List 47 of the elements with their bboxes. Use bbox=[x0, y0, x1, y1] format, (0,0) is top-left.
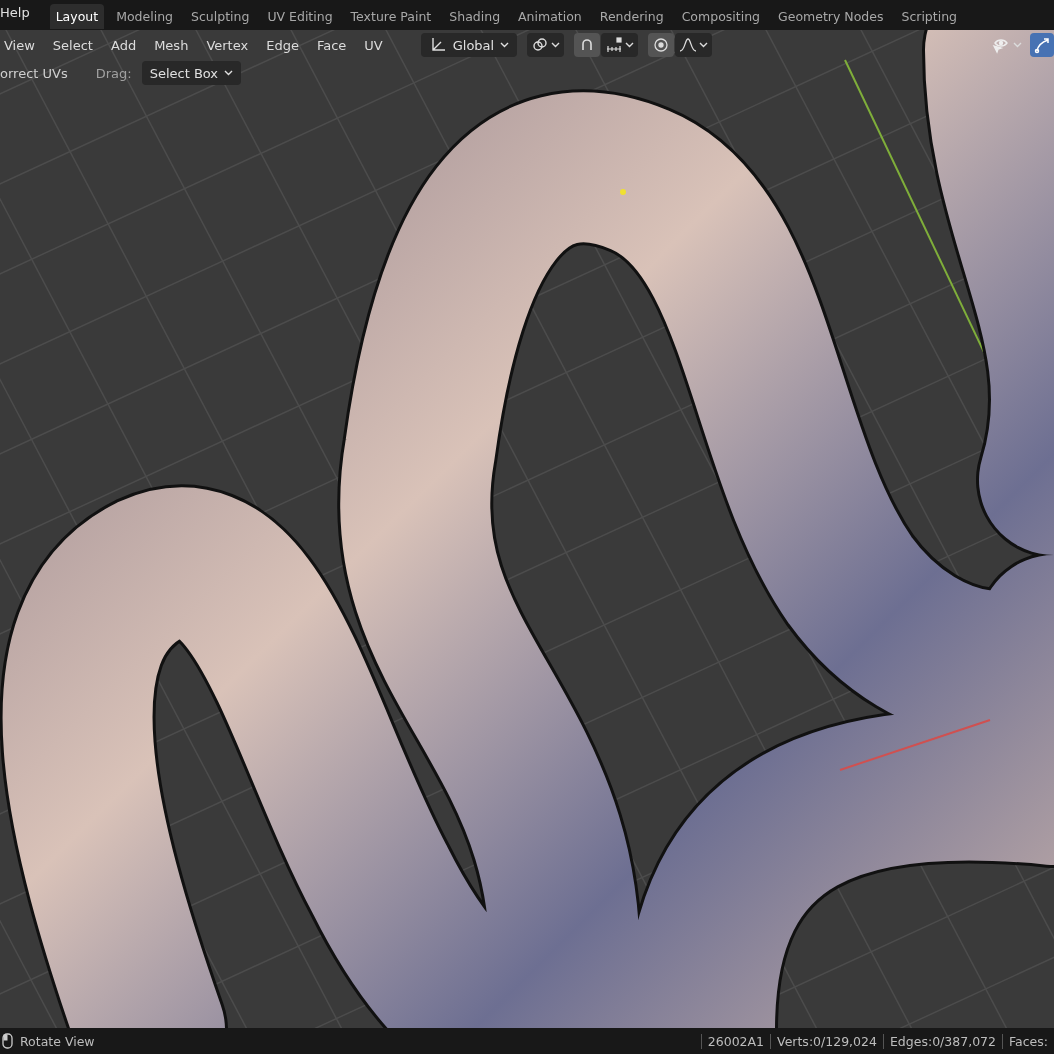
snap-target-dropdown[interactable] bbox=[601, 33, 639, 57]
scene-stat: Edges:0/387,072 bbox=[882, 1033, 1002, 1049]
drag-label: Drag: bbox=[95, 65, 132, 81]
gizmo-icon bbox=[1034, 36, 1050, 54]
workspace-tab[interactable]: Modeling bbox=[110, 3, 179, 29]
scene-stat: Verts:0/129,024 bbox=[770, 1033, 883, 1049]
chevron-icon bbox=[699, 42, 709, 48]
increment-icon bbox=[605, 36, 624, 54]
target-icon bbox=[652, 36, 671, 54]
falloff-dropdown[interactable] bbox=[675, 33, 713, 57]
header-menu[interactable]: Select bbox=[48, 33, 101, 57]
header-menu[interactable]: UV bbox=[360, 33, 391, 57]
workspace-tab[interactable]: Shading bbox=[443, 3, 507, 29]
help-menu[interactable]: Help bbox=[0, 4, 44, 20]
link-icon bbox=[531, 36, 550, 54]
proportional-edit-toggle[interactable] bbox=[648, 33, 675, 57]
chevron-icon bbox=[500, 42, 510, 48]
workspace-tab[interactable]: Compositing bbox=[675, 3, 766, 29]
workspace-tab[interactable]: UV Editing bbox=[261, 3, 339, 29]
orientation-dropdown[interactable]: Global bbox=[420, 33, 518, 57]
workspace-tab[interactable]: Sculpting bbox=[185, 3, 256, 29]
drag-dropdown[interactable]: Select Box bbox=[141, 61, 242, 85]
correct-uvs-label: orrect UVs bbox=[0, 65, 68, 81]
header-menu[interactable]: Vertex bbox=[202, 33, 257, 57]
workspace-tab[interactable]: Scripting bbox=[895, 3, 964, 29]
workspace-tab[interactable]: Geometry Nodes bbox=[772, 3, 890, 29]
scene-stat: Faces: bbox=[1002, 1033, 1054, 1049]
curve-icon bbox=[679, 36, 698, 54]
header-menu[interactable]: View bbox=[0, 33, 43, 57]
status-hint: Rotate View bbox=[20, 1033, 95, 1049]
chevron-icon bbox=[625, 42, 635, 48]
scene-stat: 26002A1 bbox=[700, 1033, 771, 1049]
workspace-tab[interactable]: Rendering bbox=[593, 3, 670, 29]
mouse-icon bbox=[2, 1033, 14, 1049]
header-menu[interactable]: Edge bbox=[262, 33, 307, 57]
chevron-icon bbox=[1013, 42, 1022, 48]
gizmo-toggle[interactable] bbox=[1030, 33, 1054, 57]
chevron-icon bbox=[224, 70, 234, 76]
header-menu[interactable]: Face bbox=[312, 33, 355, 57]
header-menu[interactable]: Add bbox=[106, 33, 145, 57]
snap-toggle[interactable] bbox=[574, 33, 601, 57]
workspace-tab[interactable]: Layout bbox=[49, 3, 105, 29]
workspace-tab[interactable]: Animation bbox=[512, 3, 588, 29]
header-menu[interactable]: Mesh bbox=[150, 33, 197, 57]
chevron-icon bbox=[551, 42, 561, 48]
workspace-tab[interactable]: Texture Paint bbox=[344, 3, 438, 29]
pivot-dropdown[interactable] bbox=[527, 33, 565, 57]
